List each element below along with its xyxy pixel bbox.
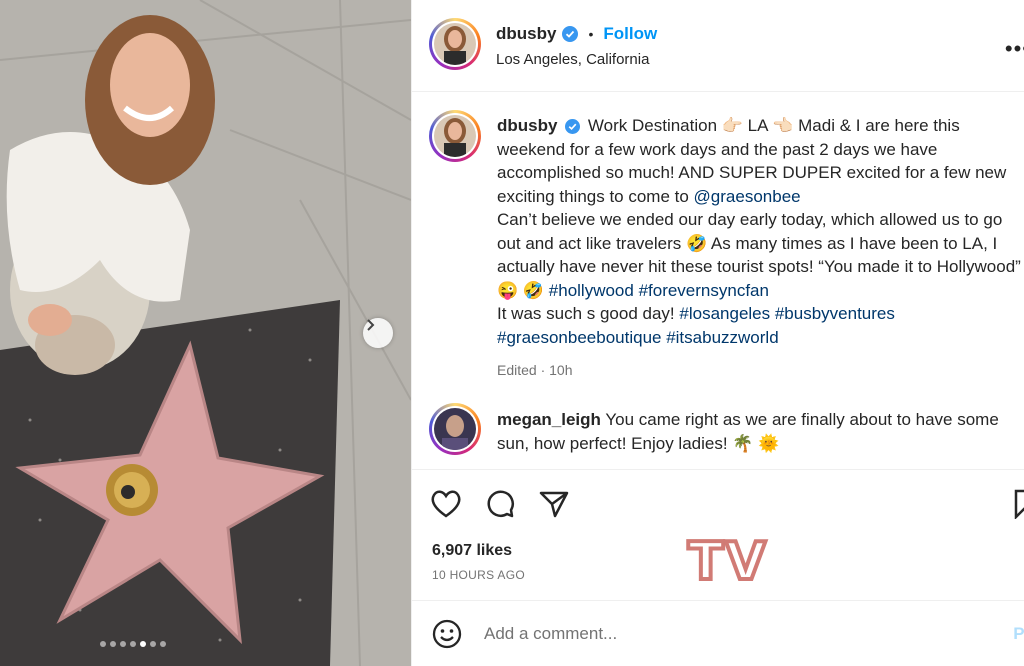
likes-count[interactable]: 6,907 likes <box>432 542 512 560</box>
heart-icon[interactable] <box>430 489 462 519</box>
post-location[interactable]: Los Angeles, California <box>496 51 649 68</box>
avatar-image <box>434 23 476 65</box>
avatar-image <box>434 408 476 450</box>
next-photo-button[interactable] <box>363 318 393 348</box>
carousel-dot <box>110 641 116 647</box>
chevron-right-icon <box>367 319 375 331</box>
hashtag-links[interactable]: #losangeles #busbyventures <box>679 304 894 323</box>
commenter-avatar[interactable] <box>429 403 481 455</box>
post-details-panel: dbusby • Follow Los Angeles, California … <box>411 0 1024 666</box>
carousel-dot <box>100 641 106 647</box>
post-caption: dbusby Work Destination 👉🏻 LA 👈🏻 Madi & … <box>497 114 1022 383</box>
divider <box>412 600 1024 601</box>
caption-author-avatar[interactable] <box>429 110 481 162</box>
emoji-icon[interactable] <box>432 619 462 649</box>
save-icon[interactable] <box>1014 489 1024 519</box>
post-comment-button[interactable]: Po <box>1013 624 1024 644</box>
carousel-dot-active <box>140 641 146 647</box>
post-photo[interactable] <box>0 0 411 666</box>
carousel-dots <box>100 641 166 647</box>
caption-username[interactable]: dbusby <box>497 116 557 135</box>
comment-item: megan_leigh You came right as we are fin… <box>497 408 1017 455</box>
post-header: dbusby • Follow Los Angeles, California … <box>412 0 1024 92</box>
comment-icon[interactable] <box>484 488 516 520</box>
author-username[interactable]: dbusby <box>496 24 556 44</box>
carousel-dot <box>160 641 166 647</box>
verified-badge-icon <box>565 119 581 135</box>
hashtag-links[interactable]: #graesonbeeboutique #itsabuzzworld <box>497 328 779 347</box>
commenter-username[interactable]: megan_leigh <box>497 410 601 429</box>
carousel-dot <box>150 641 156 647</box>
mention-link[interactable]: @graesonbee <box>694 187 801 206</box>
carousel-dot <box>130 641 136 647</box>
follow-button[interactable]: Follow <box>603 24 657 44</box>
header-separator: • <box>588 26 594 42</box>
watermark-logo: TV <box>686 532 768 592</box>
more-options-icon[interactable]: ••• <box>1005 36 1024 62</box>
instagram-post-window: dbusby • Follow Los Angeles, California … <box>0 0 1024 666</box>
hashtag-links[interactable]: #hollywood #forevernsyncfan <box>549 281 769 300</box>
action-bar <box>430 488 570 520</box>
photo-illustration <box>0 0 411 666</box>
caption-edited-time: Edited · 10h <box>497 362 573 378</box>
author-avatar[interactable] <box>429 18 481 70</box>
post-timestamp: 10 HOURS AGO <box>432 568 525 582</box>
share-icon[interactable] <box>538 489 570 519</box>
comment-input[interactable]: Add a comment... <box>484 624 617 644</box>
add-comment-bar: Add a comment... Po <box>412 602 1024 666</box>
caption-text: It was such s good day! <box>497 304 680 323</box>
verified-badge-icon <box>562 26 579 42</box>
divider <box>412 469 1024 470</box>
avatar-image <box>434 115 476 157</box>
carousel-dot <box>120 641 126 647</box>
